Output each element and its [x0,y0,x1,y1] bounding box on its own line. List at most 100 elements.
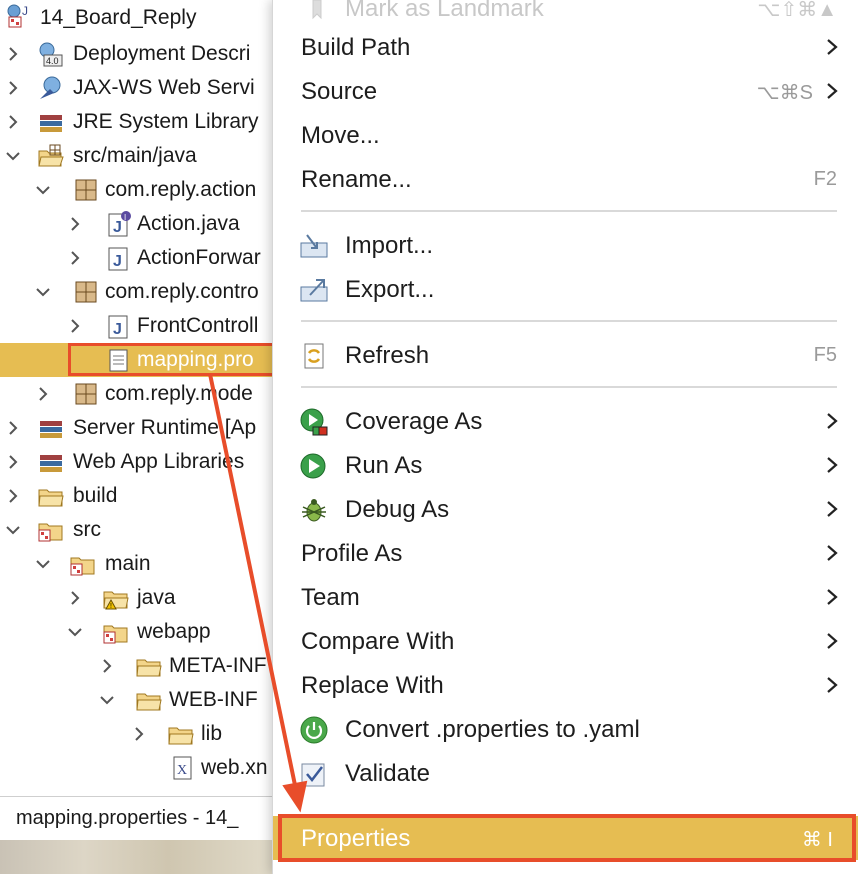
tree-item-web-inf-folder[interactable]: WEB-INF [0,683,290,717]
chevron-down-icon[interactable] [34,181,52,199]
export-icon [299,275,329,305]
chevron-right-icon[interactable] [66,589,84,607]
package-icon [73,381,99,407]
java-file-icon: J [106,245,132,271]
chevron-down-icon[interactable] [34,283,52,301]
tree-item-java-folder[interactable]: ! java [0,581,290,615]
chevron-right-icon[interactable] [4,419,22,437]
submenu-arrow-icon [827,457,838,473]
status-bar: mapping.properties - 14_ [0,796,290,841]
menu-item-rename[interactable]: Rename... F2 [273,157,858,201]
chevron-right-icon[interactable] [4,45,22,63]
tree-item-build-folder[interactable]: build [0,479,290,513]
tree-item-webapp-folder[interactable]: webapp [0,615,290,649]
submenu-arrow-icon [827,589,838,605]
menu-item-source[interactable]: Source ⌥⌘S [273,69,858,113]
menu-item-export[interactable]: Export... [273,267,858,311]
web-services-icon [38,75,64,101]
svg-text:J: J [113,219,122,236]
svg-text:J: J [113,321,122,338]
tree-item-web-xml[interactable]: X web.xn [0,751,290,785]
chevron-down-icon[interactable] [98,691,116,709]
submenu-arrow-icon [827,501,838,517]
svg-text:J: J [22,4,28,18]
debug-bug-icon [299,495,329,525]
chevron-right-icon[interactable] [4,453,22,471]
menu-item-team[interactable]: Team [273,575,858,619]
tree-item-action-java[interactable]: JI Action.java [0,207,290,241]
package-icon [73,177,99,203]
menu-item-validate[interactable]: Validate [273,751,858,795]
submenu-arrow-icon [827,83,838,99]
tree-item-meta-inf-folder[interactable]: META-INF [0,649,290,683]
menu-item-build-path[interactable]: Build Path [273,25,858,69]
chevron-right-icon[interactable] [66,317,84,335]
folder-icon [38,483,64,509]
tree-item-package-controller[interactable]: com.reply.contro [0,275,290,309]
chevron-right-icon[interactable] [66,249,84,267]
chevron-right-icon[interactable] [34,385,52,403]
tree-item-project[interactable]: J 14_Board_Reply [0,3,290,37]
tree-item-main-folder[interactable]: main [0,547,290,581]
context-menu: Mark as Landmark ⌥⇧⌘▲ Build Path Source … [272,0,858,874]
folder-warning-icon: ! [103,585,129,611]
refresh-icon [299,341,329,371]
tree-item-jax-ws[interactable]: JAX-WS Web Servi [0,71,290,105]
submenu-arrow-icon [827,39,838,55]
menu-item-convert-properties-to-yaml[interactable]: Convert .properties to .yaml [273,707,858,751]
tree-item-jre-library[interactable]: JRE System Library [0,105,290,139]
submenu-arrow-icon [827,633,838,649]
tree-item-package-model[interactable]: com.reply.mode [0,377,290,411]
validate-checkbox-icon [299,759,329,789]
chevron-down-icon[interactable] [4,147,22,165]
chevron-down-icon[interactable] [66,623,84,641]
chevron-right-icon[interactable] [98,657,116,675]
menu-separator [301,386,837,388]
tree-item-web-app-libraries[interactable]: Web App Libraries [0,445,290,479]
library-icon [38,415,64,441]
tree-item-actionforward-java[interactable]: J ActionForwar [0,241,290,275]
package-icon [73,279,99,305]
submenu-arrow-icon [827,545,838,561]
web-folder-icon [70,551,96,577]
menu-item-move[interactable]: Move... [273,113,858,157]
chevron-down-icon[interactable] [4,521,22,539]
deployment-descriptor-icon: 4.0 [38,41,64,67]
menu-item-coverage-as[interactable]: Coverage As [273,399,858,443]
landmark-icon [305,0,335,26]
properties-annotation-box [278,814,856,862]
chevron-right-icon[interactable] [4,113,22,131]
tree-item-frontcontroller-java[interactable]: J FrontControll [0,309,290,343]
menu-item-profile-as[interactable]: Profile As [273,531,858,575]
folder-icon [168,721,194,747]
tree-item-deployment-descriptor[interactable]: 4.0 Deployment Descri [0,37,290,71]
library-icon [38,449,64,475]
menu-item-refresh[interactable]: Refresh F5 [273,333,858,377]
coverage-icon [299,407,329,437]
java-interface-file-icon: JI [106,211,132,237]
chevron-right-icon[interactable] [4,487,22,505]
spring-power-icon [299,715,329,745]
chevron-down-icon[interactable] [34,555,52,573]
tree-item-src-folder[interactable]: src [0,513,290,547]
menu-item-debug-as[interactable]: Debug As [273,487,858,531]
svg-text:I: I [124,213,126,222]
menu-item-run-as[interactable]: Run As [273,443,858,487]
menu-item-import[interactable]: Import... [273,223,858,267]
chevron-right-icon[interactable] [4,79,22,97]
chevron-right-icon[interactable] [66,215,84,233]
svg-text:J: J [113,253,122,270]
chevron-right-icon[interactable] [130,725,148,743]
java-file-icon: J [106,313,132,339]
folder-icon [136,687,162,713]
svg-text:4.0: 4.0 [46,56,59,66]
tree-item-src-main-java[interactable]: src/main/java [0,139,290,173]
folder-icon [136,653,162,679]
submenu-arrow-icon [827,677,838,693]
menu-item-compare-with[interactable]: Compare With [273,619,858,663]
background-strip [0,840,280,874]
tree-item-lib-folder[interactable]: lib [0,717,290,751]
menu-item-replace-with[interactable]: Replace With [273,663,858,707]
tree-item-server-runtime[interactable]: Server Runtime [Ap [0,411,290,445]
tree-item-package-action[interactable]: com.reply.action [0,173,290,207]
